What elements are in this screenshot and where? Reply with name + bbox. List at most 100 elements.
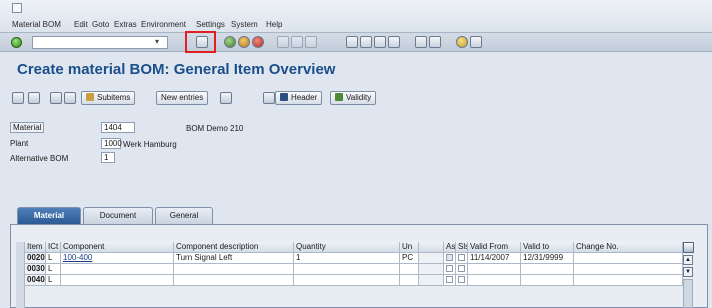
next-page-icon[interactable]: [374, 36, 386, 48]
cell-component[interactable]: [61, 275, 174, 286]
cell-component-description[interactable]: [174, 275, 294, 286]
find-next-icon[interactable]: [305, 36, 317, 48]
check-icon[interactable]: [50, 92, 62, 104]
cell-item[interactable]: 0030: [25, 264, 46, 275]
print-icon[interactable]: [277, 36, 289, 48]
menu-edit[interactable]: Edit: [74, 20, 88, 29]
cell-valid-to[interactable]: [521, 264, 574, 275]
help-icon[interactable]: [456, 36, 468, 48]
item-detail-icon[interactable]: [64, 92, 76, 104]
subitems-button[interactable]: Subitems: [81, 91, 136, 105]
row-selector-column[interactable]: [16, 242, 25, 308]
sap-window-icon[interactable]: [12, 3, 22, 13]
column-header-sub-items[interactable]: Sls: [456, 242, 468, 253]
cell-item-category[interactable]: L: [46, 275, 61, 286]
new-session-icon[interactable]: [415, 36, 427, 48]
column-header-component-description[interactable]: Component description: [174, 242, 294, 253]
shortcut-icon[interactable]: [429, 36, 441, 48]
column-header-item-category[interactable]: ICt: [46, 242, 61, 253]
menu-system[interactable]: System: [231, 20, 258, 29]
sub-items-checkbox[interactable]: [456, 253, 468, 264]
menu-help[interactable]: Help: [266, 20, 282, 29]
assembly-checkbox[interactable]: [444, 253, 456, 264]
cell-item[interactable]: 0040: [25, 275, 46, 286]
tab-general[interactable]: General: [155, 207, 213, 224]
tab-document[interactable]: Document: [83, 207, 153, 224]
tab-material[interactable]: Material: [17, 207, 81, 224]
display-change-icon[interactable]: [12, 92, 24, 104]
vertical-scrollbar[interactable]: [683, 279, 693, 308]
column-header-item[interactable]: Item: [25, 242, 46, 253]
menu-goto[interactable]: Goto: [92, 20, 109, 29]
column-header-component[interactable]: Component: [61, 242, 174, 253]
header-icon: [280, 93, 288, 101]
column-header-change-number[interactable]: Change No.: [574, 242, 683, 253]
cell-spacer: [419, 264, 444, 275]
material-label: Material: [10, 122, 45, 133]
enter-check-icon[interactable]: [11, 37, 22, 48]
exit-icon[interactable]: [238, 36, 250, 48]
column-header-quantity[interactable]: Quantity: [294, 242, 400, 253]
cell-item-category[interactable]: L: [46, 253, 61, 264]
assembly-checkbox[interactable]: [444, 264, 456, 275]
cell-item[interactable]: 0020: [25, 253, 46, 264]
new-entries-button[interactable]: New entries: [156, 91, 209, 105]
first-page-icon[interactable]: [346, 36, 358, 48]
command-field-input[interactable]: [32, 36, 168, 49]
cell-component-description[interactable]: [174, 264, 294, 275]
cell-change-number[interactable]: [574, 253, 683, 264]
previous-page-icon[interactable]: [360, 36, 372, 48]
column-header-unit[interactable]: Un: [400, 242, 419, 253]
cell-quantity[interactable]: [294, 275, 400, 286]
cell-quantity[interactable]: 1: [294, 253, 400, 264]
menu-environment[interactable]: Environment: [141, 20, 186, 29]
cancel-icon[interactable]: [252, 36, 264, 48]
alternative-bom-field[interactable]: 1: [101, 152, 115, 163]
other-bom-icon[interactable]: [28, 92, 40, 104]
material-field[interactable]: 1404: [101, 122, 135, 133]
material-description: BOM Demo 210: [186, 124, 244, 133]
standard-toolbar: ▾: [0, 32, 712, 52]
sub-items-checkbox[interactable]: [456, 264, 468, 275]
cell-change-number[interactable]: [574, 264, 683, 275]
header-label: Header: [291, 93, 318, 102]
column-header-assembly[interactable]: As.: [444, 242, 456, 253]
plant-field[interactable]: 1000: [101, 138, 122, 149]
table-settings-icon[interactable]: [683, 242, 694, 253]
cell-unit[interactable]: [400, 264, 419, 275]
cell-valid-from[interactable]: 11/14/2007: [468, 253, 521, 264]
scroll-up-icon[interactable]: ▲: [683, 255, 693, 265]
cell-valid-from[interactable]: [468, 275, 521, 286]
cell-unit[interactable]: PC: [400, 253, 419, 264]
column-header-valid-to[interactable]: Valid to: [521, 242, 574, 253]
cell-component[interactable]: 100-400: [61, 253, 174, 264]
find-icon[interactable]: [291, 36, 303, 48]
column-header-valid-from[interactable]: Valid From: [468, 242, 521, 253]
scroll-down-icon[interactable]: ▼: [683, 267, 693, 277]
menu-material-bom[interactable]: Material BOM: [12, 20, 61, 29]
command-history-icon[interactable]: ▾: [155, 37, 159, 46]
validity-button[interactable]: Validity: [330, 91, 377, 105]
header-button[interactable]: Header: [275, 91, 323, 105]
cell-item-category[interactable]: L: [46, 264, 61, 275]
last-page-icon[interactable]: [388, 36, 400, 48]
sub-items-checkbox[interactable]: [456, 275, 468, 286]
back-icon[interactable]: [224, 36, 236, 48]
delete-icon[interactable]: [220, 92, 232, 104]
assembly-checkbox[interactable]: [444, 275, 456, 286]
layout-menu-icon[interactable]: [470, 36, 482, 48]
cell-spacer: [419, 253, 444, 264]
cell-component-description[interactable]: Turn Signal Left: [174, 253, 294, 264]
plant-description: Werk Hamburg: [123, 140, 177, 149]
cell-valid-from[interactable]: [468, 264, 521, 275]
page-title: Create material BOM: General Item Overvi…: [17, 61, 336, 78]
menu-settings[interactable]: Settings: [196, 20, 225, 29]
cell-valid-to[interactable]: 12/31/9999: [521, 253, 574, 264]
cell-component[interactable]: [61, 264, 174, 275]
cell-change-number[interactable]: [574, 275, 683, 286]
cell-valid-to[interactable]: [521, 275, 574, 286]
menu-extras[interactable]: Extras: [114, 20, 137, 29]
copy-icon[interactable]: [263, 92, 275, 104]
cell-quantity[interactable]: [294, 264, 400, 275]
cell-unit[interactable]: [400, 275, 419, 286]
